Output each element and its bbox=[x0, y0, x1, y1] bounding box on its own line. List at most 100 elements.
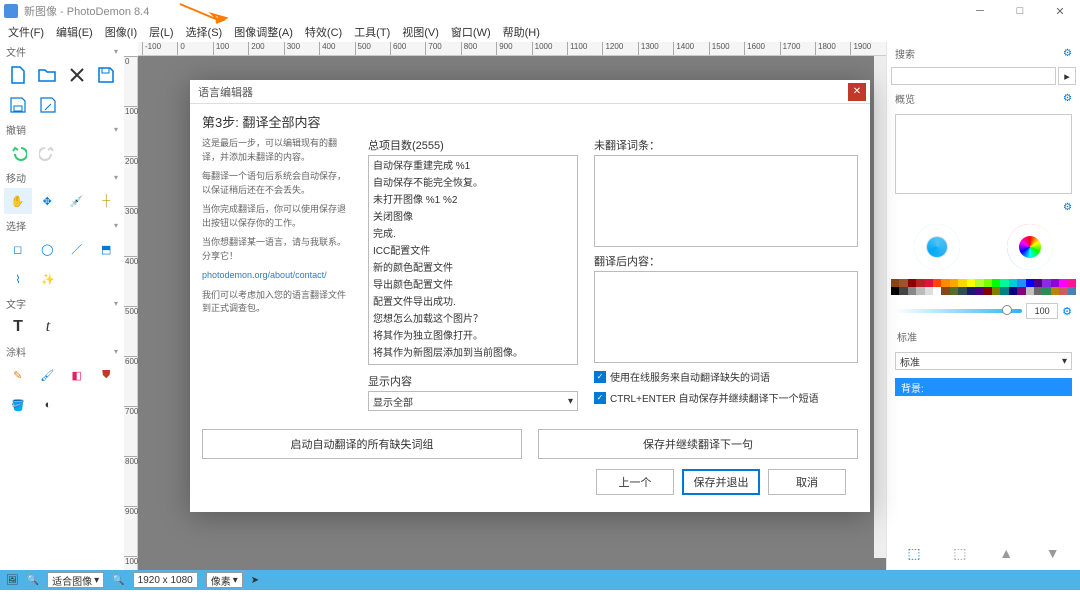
minimize-button[interactable]: ─ bbox=[960, 0, 1000, 22]
menu-item[interactable]: 层(L) bbox=[143, 22, 179, 42]
opacity-slider[interactable] bbox=[895, 309, 1022, 313]
color-wheel-primary[interactable] bbox=[914, 224, 960, 270]
unit-select[interactable]: 像素 ▾ bbox=[206, 572, 243, 588]
text-tool-icon[interactable]: T bbox=[4, 314, 32, 340]
right-panels: 搜索⚙ ▸ 概览⚙ ⚙ 100 ⚙ 标准 标准▾ 背景: ⬚ ⬚ ▲ ▼ bbox=[886, 42, 1080, 570]
chevron-down-icon[interactable]: ▾ bbox=[114, 299, 118, 308]
color-wheel-hue[interactable] bbox=[1007, 224, 1053, 270]
list-item[interactable]: 将其作为独立图像打开。 bbox=[369, 326, 577, 343]
total-items-label: 总项目数(2555) bbox=[368, 137, 578, 153]
menu-item[interactable]: 文件(F) bbox=[2, 22, 50, 42]
status-image-icon[interactable]: 🖼 bbox=[6, 575, 19, 586]
blend-mode-select[interactable]: 标准▾ bbox=[895, 352, 1072, 370]
text-style-icon[interactable]: t bbox=[34, 314, 62, 340]
layer-item-selected[interactable]: 背景: bbox=[895, 378, 1072, 396]
wand-select-icon[interactable]: ✨ bbox=[34, 266, 62, 292]
redo-icon[interactable] bbox=[34, 140, 62, 166]
prev-button[interactable]: 上一个 bbox=[596, 469, 674, 495]
save-copy-icon[interactable] bbox=[4, 92, 32, 118]
menu-item[interactable]: 窗口(W) bbox=[445, 22, 497, 42]
search-go-button[interactable]: ▸ bbox=[1058, 67, 1076, 85]
online-translate-checkbox[interactable]: ✓使用在线服务来自动翻译缺失的词语 bbox=[594, 369, 858, 384]
menu-item[interactable]: 工具(T) bbox=[348, 22, 396, 42]
new-file-icon[interactable] bbox=[4, 62, 32, 88]
translated-textarea[interactable] bbox=[594, 271, 858, 363]
gear-icon[interactable]: ⚙ bbox=[1063, 48, 1072, 59]
cancel-button[interactable]: 取消 bbox=[768, 469, 846, 495]
maximize-button[interactable]: □ bbox=[1000, 0, 1040, 22]
list-item[interactable]: 新的颜色配置文件 bbox=[369, 258, 577, 275]
zoom-out-icon[interactable]: 🔍 bbox=[27, 575, 39, 586]
close-button[interactable]: ✕ bbox=[1040, 0, 1080, 22]
zoom-in-icon[interactable]: 🔍 bbox=[112, 575, 124, 586]
measure-tool-icon[interactable]: ┼ bbox=[93, 188, 121, 214]
search-input[interactable] bbox=[891, 67, 1056, 85]
left-toolbar: 文件▾ 撤销▾ 移动▾ ✋ ✥ 💉 ┼ 选择▾ ◻ ◯ ／ ⬒ bbox=[0, 42, 124, 570]
dialog-close-button[interactable]: ✕ bbox=[848, 83, 866, 101]
list-item[interactable]: 完成. bbox=[369, 224, 577, 241]
opacity-value[interactable]: 100 bbox=[1026, 303, 1058, 319]
hand-tool-icon[interactable]: ✋ bbox=[4, 188, 32, 214]
undo-icon[interactable] bbox=[4, 140, 32, 166]
list-item[interactable]: ICC配置文件 bbox=[369, 241, 577, 258]
chevron-down-icon[interactable]: ▾ bbox=[114, 347, 118, 356]
auto-translate-button[interactable]: 启动自动翻译的所有缺失词组 bbox=[202, 429, 522, 459]
autosave-checkbox[interactable]: ✓CTRL+ENTER 自动保存并继续翻译下一个短语 bbox=[594, 390, 858, 405]
preview-box bbox=[895, 114, 1072, 194]
show-content-select[interactable]: 显示全部▾ bbox=[368, 391, 578, 411]
gear-icon[interactable]: ⚙ bbox=[1063, 202, 1072, 213]
close-file-icon[interactable] bbox=[63, 62, 91, 88]
untranslated-textarea[interactable] bbox=[594, 155, 858, 247]
save-as-icon[interactable] bbox=[34, 92, 62, 118]
save-exit-button[interactable]: 保存并退出 bbox=[682, 469, 760, 495]
items-listbox[interactable]: 自动保存重建完成 %1自动保存不能完全恢复。未打开图像 %1 %2关闭图像完成.… bbox=[368, 155, 578, 365]
rect-select-icon[interactable]: ◻ bbox=[4, 236, 32, 262]
chevron-down-icon[interactable]: ▾ bbox=[114, 221, 118, 230]
gradient-tool-icon[interactable]: ◐ bbox=[34, 392, 62, 418]
line-select-icon[interactable]: ／ bbox=[63, 236, 91, 262]
add-layer-icon[interactable]: ⬚ bbox=[907, 545, 920, 562]
zoom-select[interactable]: 适合图像 ▾ bbox=[47, 572, 104, 588]
chevron-down-icon[interactable]: ▾ bbox=[114, 173, 118, 182]
layer-up-icon[interactable]: ▲ bbox=[999, 545, 1013, 562]
brush-tool-icon[interactable]: 🖌 bbox=[34, 362, 62, 388]
list-item[interactable]: 导出颜色配置文件 bbox=[369, 275, 577, 292]
list-item[interactable]: 自动保存不能完全恢复。 bbox=[369, 173, 577, 190]
menu-item[interactable]: 帮助(H) bbox=[497, 22, 546, 42]
fill-tool-icon[interactable]: 🪣 bbox=[4, 392, 32, 418]
save-icon[interactable] bbox=[93, 62, 121, 88]
color-swatches[interactable] bbox=[891, 279, 1076, 295]
layer-down-icon[interactable]: ▼ bbox=[1046, 545, 1060, 562]
delete-layer-icon[interactable]: ⬚ bbox=[953, 545, 966, 562]
gear-icon[interactable]: ⚙ bbox=[1062, 305, 1072, 318]
save-continue-button[interactable]: 保存并继续翻译下一句 bbox=[538, 429, 858, 459]
ruler-horizontal: -100010020030040050060070080090010001100… bbox=[138, 42, 886, 56]
lasso-select-icon[interactable]: ⌇ bbox=[4, 266, 32, 292]
menu-item[interactable]: 视图(V) bbox=[396, 22, 445, 42]
chevron-down-icon[interactable]: ▾ bbox=[114, 125, 118, 134]
eraser-tool-icon[interactable]: ◧ bbox=[63, 362, 91, 388]
move-tool-icon[interactable]: ✥ bbox=[34, 188, 62, 214]
menu-item[interactable]: 选择(S) bbox=[180, 22, 229, 42]
list-item[interactable]: 您想怎么加载这个图片？ bbox=[369, 309, 577, 326]
scrollbar-vertical[interactable] bbox=[874, 56, 886, 558]
list-item[interactable]: 未打开图像 %1 %2 bbox=[369, 190, 577, 207]
chevron-down-icon[interactable]: ▾ bbox=[114, 47, 118, 56]
poly-select-icon[interactable]: ⬒ bbox=[93, 236, 121, 262]
menu-item[interactable]: 编辑(E) bbox=[50, 22, 99, 42]
menu-item[interactable]: 图像调整(A) bbox=[228, 22, 299, 42]
list-item[interactable]: 配置文件导出成功. bbox=[369, 292, 577, 309]
stamp-tool-icon[interactable]: ⛊ bbox=[93, 362, 121, 388]
list-item[interactable]: 关闭图像 bbox=[369, 207, 577, 224]
list-item[interactable]: 我不能确定。取消此操作。 bbox=[369, 360, 577, 365]
list-item[interactable]: 将其作为新图层添加到当前图像。 bbox=[369, 343, 577, 360]
preview-panel-label: 概览 bbox=[895, 91, 915, 106]
list-item[interactable]: 自动保存重建完成 %1 bbox=[369, 156, 577, 173]
pencil-tool-icon[interactable]: ✎ bbox=[4, 362, 32, 388]
menu-item[interactable]: 特效(C) bbox=[299, 22, 348, 42]
open-file-icon[interactable] bbox=[34, 62, 62, 88]
menu-item[interactable]: 图像(I) bbox=[99, 22, 143, 42]
eyedropper-icon[interactable]: 💉 bbox=[63, 188, 91, 214]
ellipse-select-icon[interactable]: ◯ bbox=[34, 236, 62, 262]
gear-icon[interactable]: ⚙ bbox=[1063, 93, 1072, 104]
